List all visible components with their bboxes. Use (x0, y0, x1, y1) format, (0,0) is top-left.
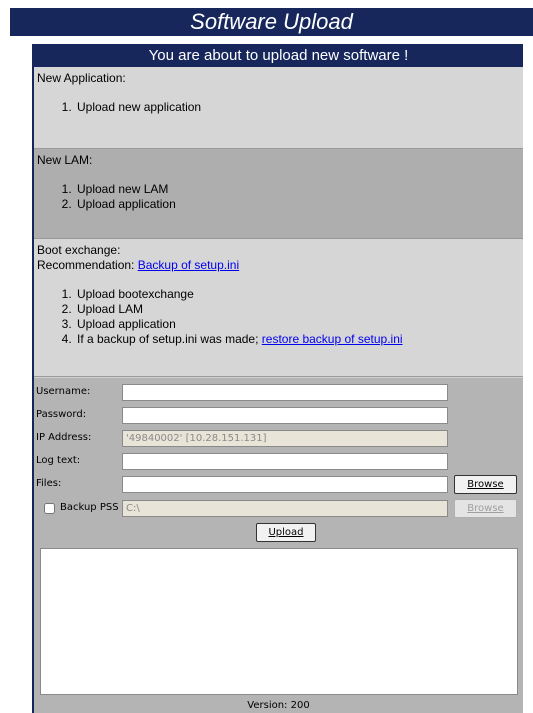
warning-header: You are about to upload new software ! (34, 44, 523, 67)
boot-exchange-heading: Boot exchange: (37, 243, 121, 257)
version-label: Version: 200 (247, 700, 310, 711)
restore-backup-link[interactable]: restore backup of setup.ini (262, 332, 403, 346)
new-application-heading: New Application: (37, 71, 126, 85)
browse-button[interactable]: Browse (454, 475, 517, 494)
upload-button-label: Upload (268, 527, 304, 538)
new-lam-heading: New LAM: (37, 153, 93, 167)
new-application-section: New Application: Upload new application (34, 67, 523, 149)
new-lam-section: New LAM: Upload new LAM Upload applicati… (34, 149, 523, 239)
files-row: Files: Browse (34, 475, 523, 495)
username-row: Username: (34, 383, 523, 403)
log-text-input[interactable] (122, 453, 448, 470)
boot-exchange-steps: Upload bootexchange Upload LAM Upload ap… (37, 287, 520, 347)
backup-row: Backup PSS Browse (34, 499, 523, 519)
recommendation-line: Recommendation: Backup of setup.ini (37, 258, 520, 273)
backup-path-field (122, 500, 448, 517)
ip-row: IP Address: (34, 429, 523, 449)
list-item: Upload new LAM (75, 182, 520, 197)
list-item: Upload application (75, 317, 520, 332)
boot-exchange-section: Boot exchange: Recommendation: Backup of… (34, 239, 523, 377)
password-label: Password: (36, 409, 87, 420)
upload-log-area[interactable] (40, 548, 518, 695)
new-lam-steps: Upload new LAM Upload application (37, 182, 520, 212)
upload-form: Username: Password: IP Address: Log text… (34, 378, 523, 713)
password-row: Password: (34, 406, 523, 426)
recommendation-label: Recommendation: (37, 258, 138, 272)
ip-address-field (122, 430, 448, 447)
page-title-bar: Software Upload (10, 8, 533, 36)
backup-pss-checkbox[interactable] (44, 503, 55, 514)
logtext-row: Log text: (34, 452, 523, 472)
list-item: Upload application (75, 197, 520, 212)
ip-label: IP Address: (36, 432, 92, 443)
logtext-label: Log text: (36, 455, 81, 466)
page-title: Software Upload (190, 9, 353, 34)
new-application-steps: Upload new application (37, 100, 520, 115)
browse-button-label: Browse (467, 479, 504, 490)
upload-button[interactable]: Upload (256, 523, 316, 542)
files-input[interactable] (122, 476, 448, 493)
backup-browse-label: Browse (467, 503, 504, 514)
password-input[interactable] (122, 407, 448, 424)
backup-pss-label: Backup PSS (60, 502, 119, 513)
backup-setup-link[interactable]: Backup of setup.ini (138, 258, 239, 272)
files-label: Files: (36, 478, 62, 489)
list-item: Upload new application (75, 100, 520, 115)
list-item: Upload LAM (75, 302, 520, 317)
list-item: Upload bootexchange (75, 287, 520, 302)
upload-panel: You are about to upload new software ! N… (32, 44, 523, 713)
list-item: If a backup of setup.ini was made; resto… (75, 332, 520, 347)
backup-browse-button: Browse (454, 499, 517, 518)
username-input[interactable] (122, 384, 448, 401)
username-label: Username: (36, 386, 91, 397)
step4-text: If a backup of setup.ini was made; (77, 332, 262, 346)
